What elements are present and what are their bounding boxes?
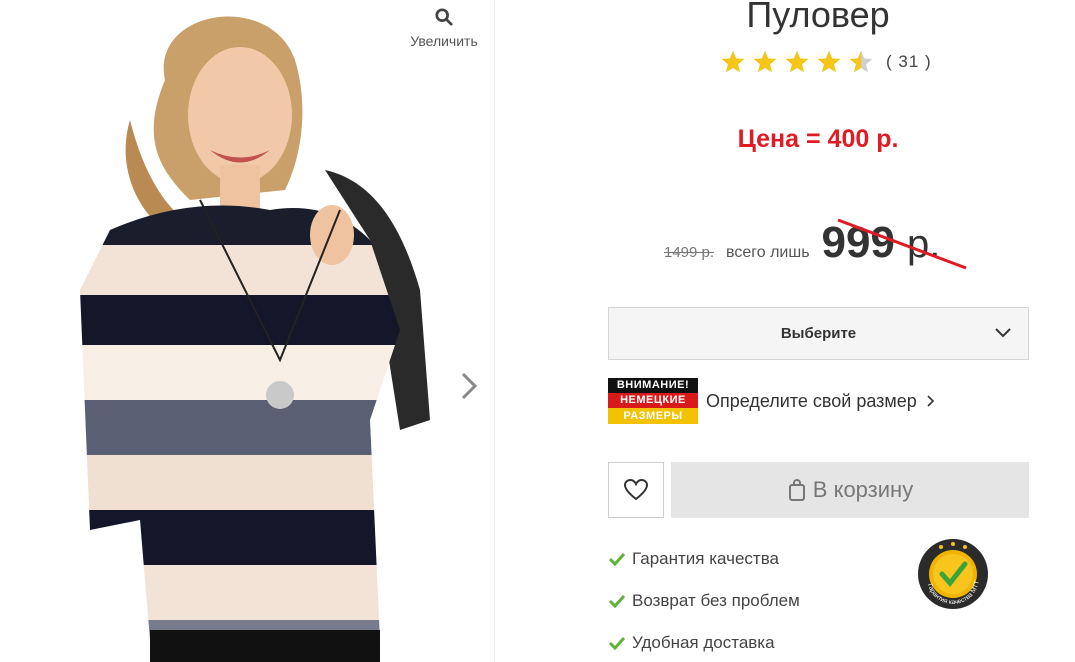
list-item: Удобная доставка [608, 622, 800, 662]
check-icon [608, 594, 626, 608]
benefit-label: Возврат без проблем [632, 591, 800, 610]
rating-count[interactable]: ( 31 ) [886, 52, 932, 72]
rating[interactable]: ( 31 ) [720, 48, 932, 76]
only-label: всего лишь [726, 244, 810, 261]
heart-icon [623, 478, 649, 501]
star-icon [753, 50, 777, 73]
product-page: Увеличить Пуловер ( 31 ) Цена = 400 р. 1… [0, 0, 1075, 662]
product-title: Пуловер [746, 0, 890, 35]
product-photo[interactable] [70, 0, 440, 662]
currency: р. [906, 222, 941, 266]
zoom-button[interactable]: Увеличить [398, 8, 490, 49]
benefits-list: Гарантия качества Возврат без проблем Уд… [608, 538, 800, 662]
benefit-label: Удобная доставка [632, 633, 775, 652]
check-icon [608, 636, 626, 650]
add-to-cart-label: В корзину [812, 477, 914, 502]
badge-line-3: РАЗМЕРЫ [608, 408, 698, 424]
chevron-right-icon [927, 395, 934, 407]
size-select[interactable]: Выберите [608, 307, 1029, 360]
add-to-cart-button[interactable]: В корзину [671, 462, 1029, 518]
star-icon [785, 50, 809, 73]
list-item: Гарантия качества [608, 538, 800, 580]
bag-icon [788, 479, 805, 501]
size-guide-label: Определите свой размер [706, 390, 917, 411]
product-gallery: Увеличить [0, 0, 495, 662]
check-icon [608, 552, 626, 566]
price-row: 1499 р. всего лишь 999 р. [664, 218, 940, 278]
star-icon [817, 50, 841, 73]
search-icon [435, 8, 453, 26]
promo-price: Цена = 400 р. [737, 125, 899, 153]
badge-line-2: НЕМЕЦКИЕ [608, 393, 698, 408]
star-half-icon [849, 50, 873, 73]
benefit-label: Гарантия качества [632, 549, 779, 568]
size-select-label: Выберите [780, 325, 857, 342]
quality-seal-logo: Гарантия качества MTT [918, 539, 988, 609]
zoom-label: Увеличить [410, 33, 478, 49]
german-sizes-badge: ВНИМАНИЕ! НЕМЕЦКИЕ РАЗМЕРЫ [608, 378, 698, 424]
old-price: 1499 р. [664, 244, 715, 261]
new-price: 999 [821, 218, 895, 267]
chevron-down-icon [995, 328, 1011, 338]
chevron-right-icon[interactable] [455, 370, 483, 402]
star-icon [721, 50, 745, 73]
badge-line-1: ВНИМАНИЕ! [608, 378, 698, 393]
wishlist-button[interactable] [608, 462, 664, 518]
size-guide-link[interactable]: ВНИМАНИЕ! НЕМЕЦКИЕ РАЗМЕРЫ Определите св… [608, 378, 935, 424]
list-item: Возврат без проблем [608, 580, 800, 622]
